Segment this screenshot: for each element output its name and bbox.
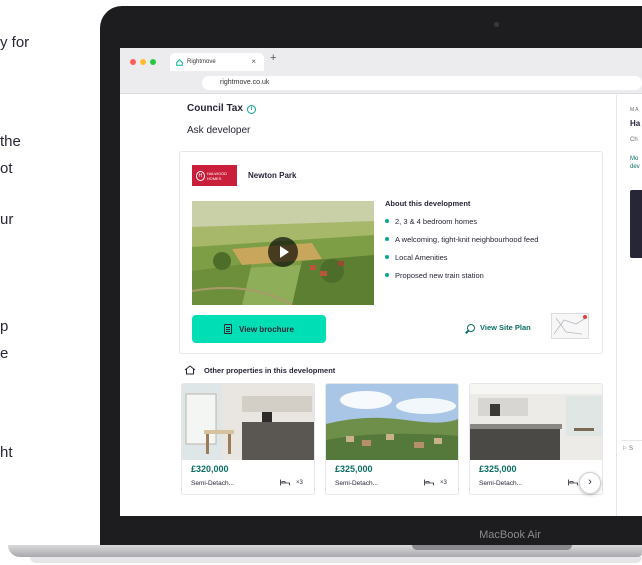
kitchen-interior-image	[470, 384, 602, 460]
info-icon[interactable]: i	[246, 105, 256, 114]
property-price: £325,000	[335, 464, 373, 474]
sidebar-name: Ha	[630, 119, 641, 128]
property-card[interactable]: £325,000 Semi-Detach... ×3	[325, 383, 459, 495]
house-icon	[184, 365, 196, 375]
feature-list: 2, 3 & 4 bedroom homes A welcoming, tigh…	[385, 217, 538, 289]
bed-icon	[280, 479, 290, 486]
background-text-fragment: ht	[0, 444, 13, 461]
carousel-next-button[interactable]: ›	[579, 472, 601, 494]
development-name: Newton Park	[248, 171, 297, 180]
sidebar-bottom-label: S	[629, 446, 634, 452]
property-bedrooms: ×3	[296, 480, 303, 486]
property-type: Semi-Detach...	[335, 480, 378, 487]
council-tax-label: Council Tax	[187, 103, 243, 114]
sidebar-image-block	[630, 190, 642, 258]
tab-close-icon[interactable]: ×	[251, 57, 256, 66]
development-video-thumbnail[interactable]	[192, 201, 374, 305]
logo-text: HALWOOD HOMES	[206, 170, 228, 181]
view-brochure-label: View brochure	[239, 324, 294, 334]
background-text-fragment: y for	[0, 34, 30, 51]
council-tax-row: Council Tax i	[187, 103, 256, 114]
kitchen-interior-image	[182, 384, 314, 460]
play-icon[interactable]	[268, 237, 298, 267]
laptop-notch	[412, 545, 572, 550]
view-brochure-button[interactable]: View brochure	[192, 315, 326, 343]
sidebar-more-link[interactable]: Mo dev	[630, 155, 640, 171]
right-sidebar-panel: MA Ha Ch Mo dev ⚐ S	[616, 95, 642, 516]
property-type: Semi-Detach...	[479, 480, 522, 487]
minimize-window-button[interactable]	[140, 59, 146, 65]
camera-icon	[494, 22, 499, 27]
feature-item: 2, 3 & 4 bedroom homes	[385, 217, 538, 235]
background-text-fragment: the	[0, 133, 21, 150]
other-properties-heading: Other properties in this development	[184, 365, 335, 375]
property-type: Semi-Detach...	[191, 480, 234, 487]
hillside-landscape-image	[326, 384, 458, 460]
logo-mark: H	[196, 170, 205, 181]
laptop-model-label: MacBook Air	[479, 529, 541, 541]
property-page: Council Tax i Ask developer H HALWOOD HOM…	[120, 95, 642, 516]
flag-icon: ⚐	[622, 446, 630, 452]
background-text-fragment: p	[0, 318, 9, 335]
browser-chrome: Rightmove × + rightmove.co.uk	[120, 48, 642, 94]
ask-developer-text: Ask developer	[187, 125, 251, 136]
feature-item: Proposed new train station	[385, 271, 538, 289]
sidebar-more-line: Mo	[630, 156, 639, 162]
browser-tab[interactable]: Rightmove ×	[170, 53, 264, 71]
property-bedrooms: ×3	[440, 480, 447, 486]
new-tab-button[interactable]: +	[270, 52, 276, 64]
document-icon	[224, 324, 232, 334]
developer-logo: H HALWOOD HOMES	[192, 165, 237, 186]
site-plan-thumbnail[interactable]	[551, 313, 589, 339]
property-price: £325,000	[479, 464, 517, 474]
property-card[interactable]: £320,000 Semi-Detach... ×3	[181, 383, 315, 495]
view-site-plan-link[interactable]: View Site Plan	[467, 323, 531, 332]
development-card: H HALWOOD HOMES Newton Park About this d…	[179, 151, 603, 354]
view-site-plan-label: View Site Plan	[480, 323, 531, 332]
sidebar-subtext: Ch	[630, 137, 638, 143]
close-window-button[interactable]	[130, 59, 136, 65]
tab-title: Rightmove	[187, 59, 216, 65]
feature-item: A welcoming, tight-knit neighbourhood fe…	[385, 235, 538, 253]
background-text-fragment: ot	[0, 160, 13, 177]
feature-item: Local Amenities	[385, 253, 538, 271]
laptop-screen: Rightmove × + rightmove.co.uk Council Ta…	[120, 48, 642, 516]
search-icon	[467, 323, 475, 332]
sidebar-label: MA	[630, 107, 640, 113]
background-text-fragment: e	[0, 345, 9, 362]
home-icon	[176, 58, 183, 66]
background-text-fragment: ur	[0, 211, 14, 228]
laptop-shadow	[30, 557, 642, 563]
property-price: £320,000	[191, 464, 229, 474]
map-icon	[553, 315, 587, 335]
other-properties-title: Other properties in this development	[204, 365, 336, 375]
sidebar-more-line: dev	[630, 164, 640, 170]
about-development-title: About this development	[385, 199, 471, 208]
bed-icon	[568, 479, 578, 486]
sidebar-bottom-action[interactable]: ⚐ S	[622, 440, 642, 452]
maximize-window-button[interactable]	[150, 59, 156, 65]
bed-icon	[424, 479, 434, 486]
address-bar[interactable]: rightmove.co.uk	[202, 76, 642, 90]
